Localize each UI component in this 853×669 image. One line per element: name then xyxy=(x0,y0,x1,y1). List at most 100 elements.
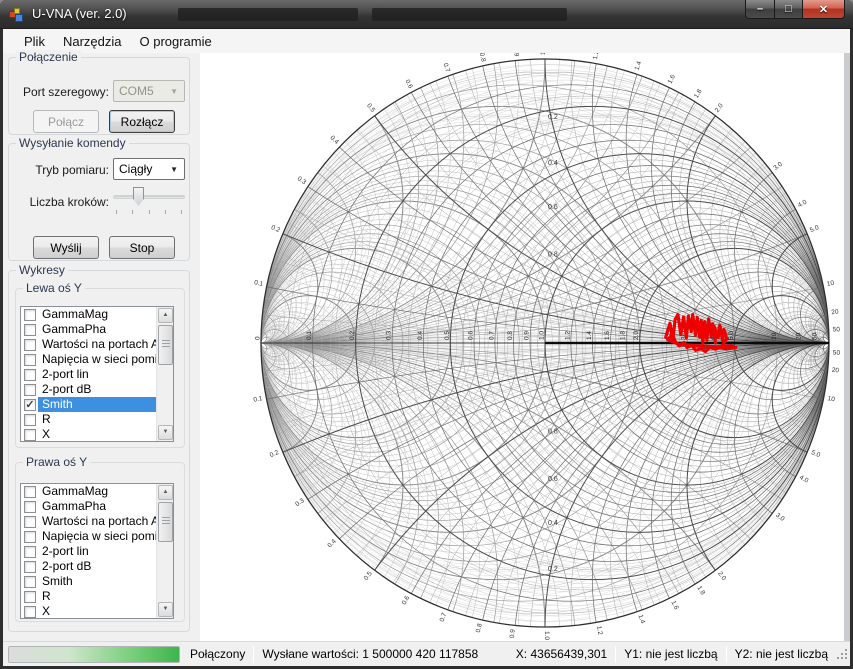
scrollbar-thumb[interactable] xyxy=(158,325,173,365)
list-item-label[interactable]: X xyxy=(38,427,173,442)
menu-item-narzedzia[interactable]: Narzędzia xyxy=(54,31,131,52)
list-item-label[interactable]: GammaMag xyxy=(38,484,173,499)
scroll-down-icon[interactable]: ▼ xyxy=(158,602,173,617)
checkbox-icon[interactable] xyxy=(24,324,36,336)
svg-text:0.2: 0.2 xyxy=(349,331,356,340)
svg-text:10: 10 xyxy=(771,332,778,340)
list-item-label[interactable]: GammaPha xyxy=(38,322,173,337)
list-item-label[interactable]: 2-port dB xyxy=(38,382,173,397)
minimize-button[interactable]: – xyxy=(745,0,775,19)
checkbox-icon[interactable] xyxy=(24,309,36,321)
list-item-label[interactable]: X xyxy=(38,604,173,619)
list-item-label[interactable]: Smith xyxy=(38,574,173,589)
list-item[interactable]: R xyxy=(21,412,173,427)
checkbox-icon[interactable] xyxy=(24,591,36,603)
slider-thumb[interactable] xyxy=(133,187,144,206)
send-button[interactable]: Wyślij xyxy=(33,236,99,259)
list-item-label[interactable]: Wartości na portach ADC xyxy=(38,514,173,529)
list-item[interactable]: ✓Smith xyxy=(21,397,173,412)
svg-text:1.8: 1.8 xyxy=(620,331,627,340)
svg-text:0.8: 0.8 xyxy=(475,623,484,634)
svg-text:1.0: 1.0 xyxy=(540,53,547,55)
menu-item-o-programie[interactable]: O programie xyxy=(130,31,220,52)
list-item[interactable]: Wartości na portach ADC xyxy=(21,514,173,529)
slider-track[interactable] xyxy=(113,195,185,199)
svg-text:0.1: 0.1 xyxy=(253,279,264,288)
close-button[interactable]: ✕ xyxy=(803,0,845,19)
svg-text:0.6: 0.6 xyxy=(548,204,558,211)
svg-text:2.0: 2.0 xyxy=(716,570,727,582)
svg-text:1.8: 1.8 xyxy=(693,88,704,100)
stop-button[interactable]: Stop xyxy=(109,236,175,259)
list-item[interactable]: X xyxy=(21,604,173,619)
list-item[interactable]: GammaMag xyxy=(21,484,173,499)
list-item[interactable]: 2-port lin xyxy=(21,544,173,559)
checkbox-icon[interactable] xyxy=(24,606,36,618)
checkbox-icon[interactable] xyxy=(24,339,36,351)
list-item-label[interactable]: Wartości na portach ADC xyxy=(38,337,173,352)
list-item-label[interactable]: GammaPha xyxy=(38,499,173,514)
list-item-label[interactable]: 2-port lin xyxy=(38,367,173,382)
vertical-scrollbar[interactable]: ▲▼ xyxy=(156,484,173,618)
checkbox-icon[interactable] xyxy=(24,369,36,381)
disconnect-button[interactable]: Rozłącz xyxy=(109,110,175,133)
checkbox-icon[interactable]: ✓ xyxy=(24,399,36,411)
list-item[interactable]: GammaPha xyxy=(21,499,173,514)
scroll-up-icon[interactable]: ▲ xyxy=(158,308,173,323)
checkbox-icon[interactable] xyxy=(24,354,36,366)
checkbox-icon[interactable] xyxy=(24,486,36,498)
resize-grip[interactable] xyxy=(836,647,850,661)
svg-text:0.2: 0.2 xyxy=(270,224,281,234)
list-item[interactable]: 2-port dB xyxy=(21,559,173,574)
scrollbar-thumb[interactable] xyxy=(158,502,173,542)
svg-text:0.9: 0.9 xyxy=(512,53,520,57)
list-item-label[interactable]: R xyxy=(38,412,173,427)
window-controls: – □ ✕ xyxy=(745,0,845,19)
list-item[interactable]: Napięcia w sieci pomiarow xyxy=(21,529,173,544)
list-item-label[interactable]: Napięcia w sieci pomiarow xyxy=(38,529,173,544)
svg-text:0.3: 0.3 xyxy=(386,331,393,340)
checkbox-icon[interactable] xyxy=(24,384,36,396)
checkbox-icon[interactable] xyxy=(24,501,36,513)
svg-text:0.6: 0.6 xyxy=(548,476,558,483)
connect-button[interactable]: Połącz xyxy=(33,110,99,133)
list-item[interactable]: GammaPha xyxy=(21,322,173,337)
left-axis-listbox[interactable]: GammaMagGammaPhaWartości na portach ADCN… xyxy=(20,306,174,442)
list-item[interactable]: 2-port dB xyxy=(21,382,173,397)
checkbox-icon[interactable] xyxy=(24,576,36,588)
checkbox-icon[interactable] xyxy=(24,561,36,573)
list-item[interactable]: X xyxy=(21,427,173,442)
serial-port-combobox[interactable]: COM5 ▼ xyxy=(113,80,185,102)
svg-text:0.2: 0.2 xyxy=(548,566,558,573)
svg-text:0.4: 0.4 xyxy=(329,135,341,147)
checkbox-icon[interactable] xyxy=(24,546,36,558)
list-item-label[interactable]: Napięcia w sieci pomiarow xyxy=(38,352,173,367)
window-border-strip xyxy=(844,53,850,641)
checkbox-icon[interactable] xyxy=(24,531,36,543)
list-item[interactable]: R xyxy=(21,589,173,604)
checkbox-icon[interactable] xyxy=(24,516,36,528)
checkbox-icon[interactable] xyxy=(24,429,36,441)
maximize-button[interactable]: □ xyxy=(775,0,803,19)
right-axis-listbox[interactable]: GammaMagGammaPhaWartości na portach ADCN… xyxy=(20,483,174,619)
list-item-label[interactable]: R xyxy=(38,589,173,604)
list-item[interactable]: Wartości na portach ADC xyxy=(21,337,173,352)
svg-text:1.4: 1.4 xyxy=(637,614,647,625)
list-item[interactable]: 2-port lin xyxy=(21,367,173,382)
list-item-label[interactable]: GammaMag xyxy=(38,307,173,322)
list-item-label[interactable]: 2-port lin xyxy=(38,544,173,559)
list-item-label[interactable]: Smith xyxy=(38,397,173,412)
titlebar[interactable]: U-VNA (ver. 2.0) – □ ✕ xyxy=(0,0,853,29)
checkbox-icon[interactable] xyxy=(24,414,36,426)
measure-mode-combobox[interactable]: Ciągły ▼ xyxy=(113,158,185,180)
steps-slider[interactable] xyxy=(113,186,185,216)
list-item[interactable]: Napięcia w sieci pomiarow xyxy=(21,352,173,367)
scroll-up-icon[interactable]: ▲ xyxy=(158,485,173,500)
scroll-down-icon[interactable]: ▼ xyxy=(158,425,173,440)
list-item-label[interactable]: 2-port dB xyxy=(38,559,173,574)
list-item[interactable]: GammaMag xyxy=(21,307,173,322)
vertical-scrollbar[interactable]: ▲▼ xyxy=(156,307,173,441)
command-group: Wysyłanie komendy Tryb pomiaru: Ciągły ▼… xyxy=(8,143,190,261)
menu-item-plik[interactable]: Plik xyxy=(15,31,54,52)
list-item[interactable]: Smith xyxy=(21,574,173,589)
